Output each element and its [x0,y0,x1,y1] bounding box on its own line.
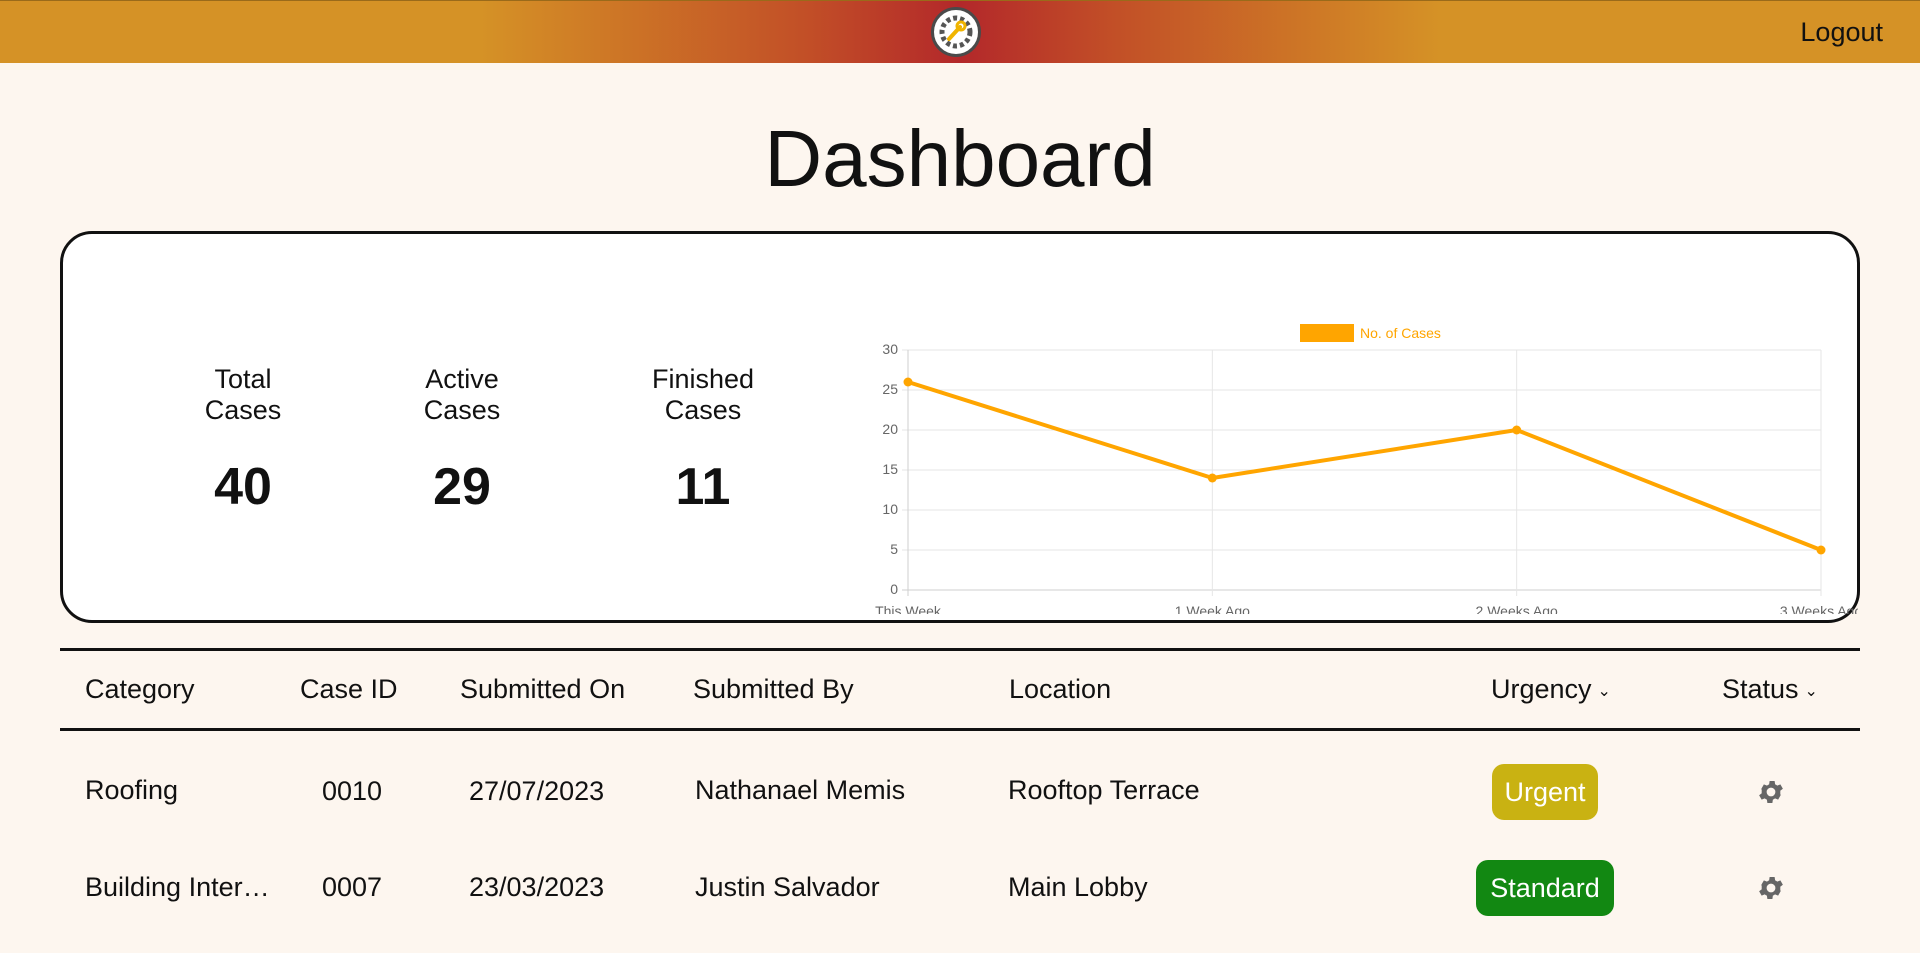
stat-label: Total Cases [204,364,282,425]
top-bar: Logout [0,0,1920,63]
column-header-submitted-by: Submitted By [693,674,854,704]
stat-finished-cases: Finished Cases 11 [603,364,803,517]
stat-value: 29 [433,458,491,516]
urgency-header-label: Urgency [1491,674,1592,704]
table-header-rule [60,728,1860,731]
cell-submitted-on: 27/07/2023 [469,776,605,806]
cell-category: Building Inter… [85,872,270,902]
y-tick-label: 15 [882,461,898,477]
cell-category: Roofing [85,775,179,805]
urgency-badge: Urgent [1492,764,1598,820]
cell-case-id: 0010 [322,776,383,806]
page-title: Dashboard [764,114,1156,203]
cell-case-id: 0007 [322,872,383,902]
stat-value: 11 [675,458,731,516]
x-tick-label: This Week [875,603,942,614]
cell-location: Rooftop Terrace [1008,775,1200,805]
gear-icon[interactable] [1756,873,1786,903]
data-point [1207,473,1217,483]
stat-total-cases: Total Cases 40 [143,364,343,517]
y-tick-label: 10 [882,501,898,517]
data-point [903,377,913,387]
y-tick-label: 5 [890,541,898,557]
column-header-urgency[interactable]: Urgency ⌄ [1491,674,1611,705]
cell-submitted-by: Justin Salvador [695,872,880,902]
status-header-label: Status [1722,674,1799,704]
table-top-rule [60,648,1860,651]
chevron-down-icon: ⌄ [1597,682,1611,700]
y-tick-label: 20 [882,421,898,437]
x-tick-label: 1 Week Ago [1175,603,1250,614]
legend-label: No. of Cases [1360,325,1441,341]
summary-panel: Total Cases 40 Active Cases 29 Finished Cas… [60,231,1860,623]
column-header-case-id: Case ID [300,674,398,704]
x-tick-label: 2 Weeks Ago [1476,603,1558,614]
column-header-status[interactable]: Status ⌄ [1722,674,1818,705]
legend-swatch [1300,324,1354,342]
column-header-location: Location [1009,674,1112,704]
cell-location: Main Lobby [1008,872,1148,902]
data-point [1512,425,1522,435]
y-tick-label: 0 [890,581,898,597]
x-tick-label: 3 Weeks Ago [1780,603,1858,614]
stat-label: Finished Cases [651,364,755,425]
cases-line-chart: 0 5 10 15 20 25 30 This Week 1 Week Ago 2 Weeks A… [875,324,1858,614]
stat-active-cases: Active Cases 29 [362,364,562,517]
urgency-badge: Standard [1476,860,1614,916]
chevron-down-icon: ⌄ [1804,682,1818,700]
y-tick-label: 30 [882,341,898,357]
gear-icon[interactable] [1756,777,1786,807]
data-point [1816,545,1826,555]
cell-submitted-by: Nathanael Memis [695,775,906,805]
column-header-submitted-on: Submitted On [460,674,626,704]
logo-icon[interactable] [931,7,981,57]
stat-label: Active Cases [423,364,501,425]
logout-button[interactable]: Logout [1800,17,1883,48]
cell-submitted-on: 23/03/2023 [469,872,605,902]
series-line [907,380,1822,552]
column-header-category: Category [85,674,195,704]
y-tick-label: 25 [882,381,898,397]
stat-value: 40 [214,458,272,516]
